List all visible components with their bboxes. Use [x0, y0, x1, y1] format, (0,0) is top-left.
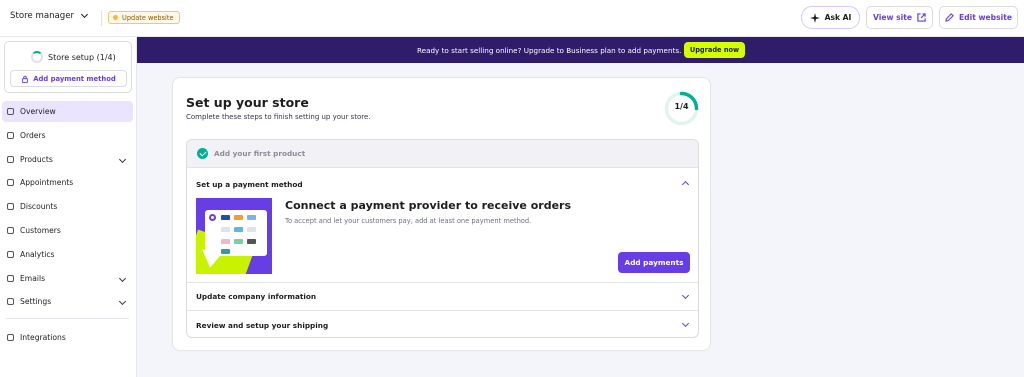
discount-icon: [7, 203, 14, 211]
view-site-label: View site: [872, 13, 913, 22]
store-setup-card: Store setup (1/4) Add payment method: [4, 41, 132, 93]
klarna-logo-icon: [221, 239, 230, 244]
top-bar: Store manager Update website Ask AI View…: [0, 0, 1024, 37]
mastercard-logo-icon: [234, 215, 243, 220]
add-payment-method-label: Add payment method: [33, 74, 116, 83]
update-badge-label: Update website: [122, 13, 174, 22]
chevron-down-icon: [681, 291, 690, 300]
home-icon: [7, 108, 14, 115]
add-payments-button[interactable]: Add payments: [618, 252, 690, 273]
divider: [101, 10, 102, 26]
store-name: Store manager: [10, 11, 75, 21]
sidebar-divider: [6, 318, 129, 320]
chevron-down-icon: [118, 155, 127, 163]
step-label: Add your first product: [214, 149, 306, 158]
sidebar-item-discounts[interactable]: Discounts: [2, 196, 133, 217]
payment-logo-icon: [234, 239, 243, 244]
chevron-down-icon: [118, 298, 127, 306]
mail-icon: [7, 274, 14, 282]
external-link-icon: [917, 13, 926, 22]
sidebar-item-products[interactable]: Products: [2, 149, 133, 170]
view-site-button[interactable]: View site: [866, 6, 933, 29]
upgrade-now-button[interactable]: Upgrade now: [684, 42, 745, 58]
step-label: Update company information: [196, 292, 317, 301]
chevron-up-icon[interactable]: [681, 180, 690, 189]
radio-icon: [209, 214, 216, 221]
sidebar-item-label: Customers: [20, 225, 61, 235]
step-label: Review and setup your shipping: [196, 320, 329, 330]
payment-logo-icon: [247, 239, 256, 244]
setup-progress-ring: 1/4: [664, 91, 699, 126]
edit-website-button[interactable]: Edit website: [939, 6, 1018, 29]
gear-icon: [7, 298, 14, 306]
step-company-information[interactable]: Update company information: [187, 283, 698, 311]
sidebar-item-label: Discounts: [20, 202, 58, 212]
sidebar: Store setup (1/4) Add payment method Ove…: [0, 37, 137, 377]
sidebar-item-overview[interactable]: Overview: [2, 101, 133, 122]
add-payment-method-button[interactable]: Add payment method: [10, 70, 127, 87]
chevron-down-icon: [81, 10, 89, 19]
step-label[interactable]: Set up a payment method: [196, 180, 303, 189]
tag-icon: [7, 155, 14, 163]
page-title: Set up your store: [186, 95, 309, 110]
edit-website-label: Edit website: [958, 13, 1012, 22]
step-payment-method: Set up a payment method Connect a paymen…: [187, 168, 698, 283]
sidebar-item-orders[interactable]: Orders: [2, 125, 133, 146]
sidebar-item-label: Analytics: [20, 249, 55, 259]
sidebar-item-label: Products: [20, 154, 53, 164]
pencil-icon: [945, 13, 954, 22]
check-circle-icon: [197, 148, 208, 159]
ask-ai-button[interactable]: Ask AI: [801, 6, 860, 29]
upgrade-banner-text: Ready to start selling online? Upgrade t…: [417, 46, 682, 55]
sidebar-item-label: Settings: [20, 297, 52, 307]
payment-title: Connect a payment provider to receive or…: [285, 199, 571, 212]
payment-logo-icon: [221, 249, 230, 254]
sidebar-item-customers[interactable]: Customers: [2, 220, 133, 241]
ask-ai-label: Ask AI: [824, 13, 852, 22]
step-shipping[interactable]: Review and setup your shipping: [187, 311, 698, 337]
payment-illustration: [196, 198, 272, 274]
upgrade-banner: Ready to start selling online? Upgrade t…: [137, 37, 1024, 63]
payment-description: To accept and let your customers pay, ad…: [285, 217, 532, 225]
sidebar-item-appointments[interactable]: Appointments: [2, 172, 133, 193]
store-setup-title: Store setup (1/4): [48, 52, 116, 62]
sidebar-nav: Overview Orders Products Appointments Di…: [2, 101, 133, 351]
sidebar-item-label: Appointments: [20, 178, 74, 188]
payment-logo-icon: [221, 227, 230, 232]
download-icon: [7, 131, 14, 139]
page-subtitle: Complete these steps to finish setting u…: [186, 113, 371, 121]
sidebar-item-analytics[interactable]: Analytics: [2, 244, 133, 265]
apple-pay-logo-icon: [247, 227, 256, 232]
setup-steps-list: Add your first product Set up a payment …: [186, 139, 699, 338]
chevron-down-icon: [118, 274, 127, 282]
sidebar-item-label: Orders: [20, 130, 46, 140]
grid-icon: [7, 334, 14, 342]
update-website-badge[interactable]: Update website: [108, 11, 180, 24]
store-setup-header[interactable]: Store setup (1/4): [31, 51, 116, 63]
warning-dot-icon: [113, 15, 118, 20]
sidebar-item-integrations[interactable]: Integrations: [2, 327, 133, 348]
sidebar-item-emails[interactable]: Emails: [2, 268, 133, 289]
calendar-icon: [7, 179, 14, 187]
sparkle-icon: [809, 12, 820, 23]
chart-icon: [7, 250, 14, 258]
payment-logo-icon: [234, 227, 243, 232]
visa-logo-icon: [221, 215, 230, 220]
sidebar-item-settings[interactable]: Settings: [2, 291, 133, 312]
lock-icon: [22, 75, 29, 83]
setup-store-card: Set up your store Complete these steps t…: [172, 77, 711, 351]
store-selector[interactable]: Store manager: [10, 10, 89, 21]
users-icon: [7, 226, 14, 234]
chevron-down-icon: [681, 319, 690, 328]
amex-logo-icon: [247, 215, 256, 220]
sidebar-item-label: Emails: [20, 273, 46, 283]
step-add-first-product[interactable]: Add your first product: [187, 140, 698, 168]
progress-ring-icon: [31, 51, 43, 63]
sidebar-item-label: Overview: [20, 107, 56, 116]
setup-progress-label: 1/4: [674, 102, 689, 111]
sidebar-item-label: Integrations: [20, 333, 66, 343]
